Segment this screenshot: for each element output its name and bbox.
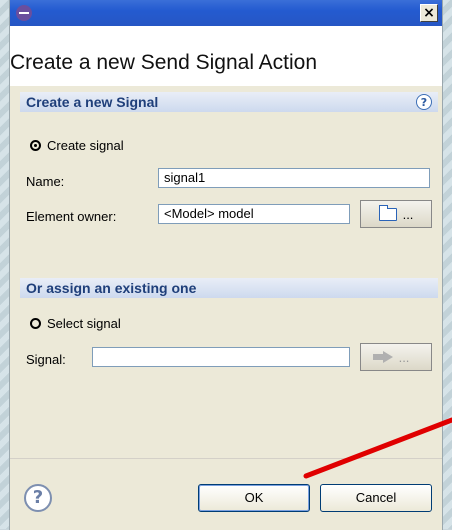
folder-icon bbox=[378, 204, 397, 221]
radio-selected-icon bbox=[30, 140, 41, 151]
new-signal-heading: Create a new Signal bbox=[20, 92, 438, 112]
signal-browse-button[interactable]: ... bbox=[360, 343, 432, 371]
existing-signal-heading-text: Or assign an existing one bbox=[26, 280, 197, 296]
help-icon-footer[interactable]: ? bbox=[24, 484, 52, 512]
name-field[interactable]: signal1 bbox=[158, 168, 430, 188]
name-label: Name: bbox=[26, 174, 65, 189]
dialog-window: × bbox=[10, 0, 442, 529]
create-signal-radio[interactable]: Create signal bbox=[30, 138, 124, 153]
cancel-button[interactable]: Cancel bbox=[320, 484, 432, 512]
background-left bbox=[0, 0, 10, 529]
close-icon[interactable]: × bbox=[420, 4, 438, 22]
radio-unselected-icon bbox=[30, 318, 41, 329]
dialog-title: Create a new Send Signal Action bbox=[10, 51, 318, 74]
new-signal-heading-text: Create a new Signal bbox=[26, 94, 159, 110]
signal-label: Signal: bbox=[26, 352, 66, 367]
new-signal-section: Create a new Signal ? bbox=[20, 92, 438, 112]
owner-browse-label: ... bbox=[402, 206, 414, 222]
existing-signal-section: Or assign an existing one bbox=[20, 278, 438, 298]
owner-browse-button[interactable]: ... bbox=[360, 200, 432, 228]
existing-signal-heading: Or assign an existing one bbox=[20, 278, 438, 298]
arrow-right-icon bbox=[372, 351, 393, 363]
signal-browse-label: ... bbox=[398, 349, 410, 365]
select-signal-radio[interactable]: Select signal bbox=[30, 316, 121, 331]
signal-field[interactable] bbox=[92, 347, 350, 367]
app-icon bbox=[16, 5, 32, 21]
help-icon[interactable]: ? bbox=[416, 94, 432, 110]
create-signal-label: Create signal bbox=[47, 138, 124, 153]
element-owner-field[interactable]: <Model> model bbox=[158, 204, 350, 224]
select-signal-label: Select signal bbox=[47, 316, 121, 331]
ok-button[interactable]: OK bbox=[198, 484, 310, 512]
element-owner-label: Element owner: bbox=[26, 209, 117, 224]
background-right bbox=[442, 0, 452, 529]
title-bar: × bbox=[10, 0, 442, 26]
